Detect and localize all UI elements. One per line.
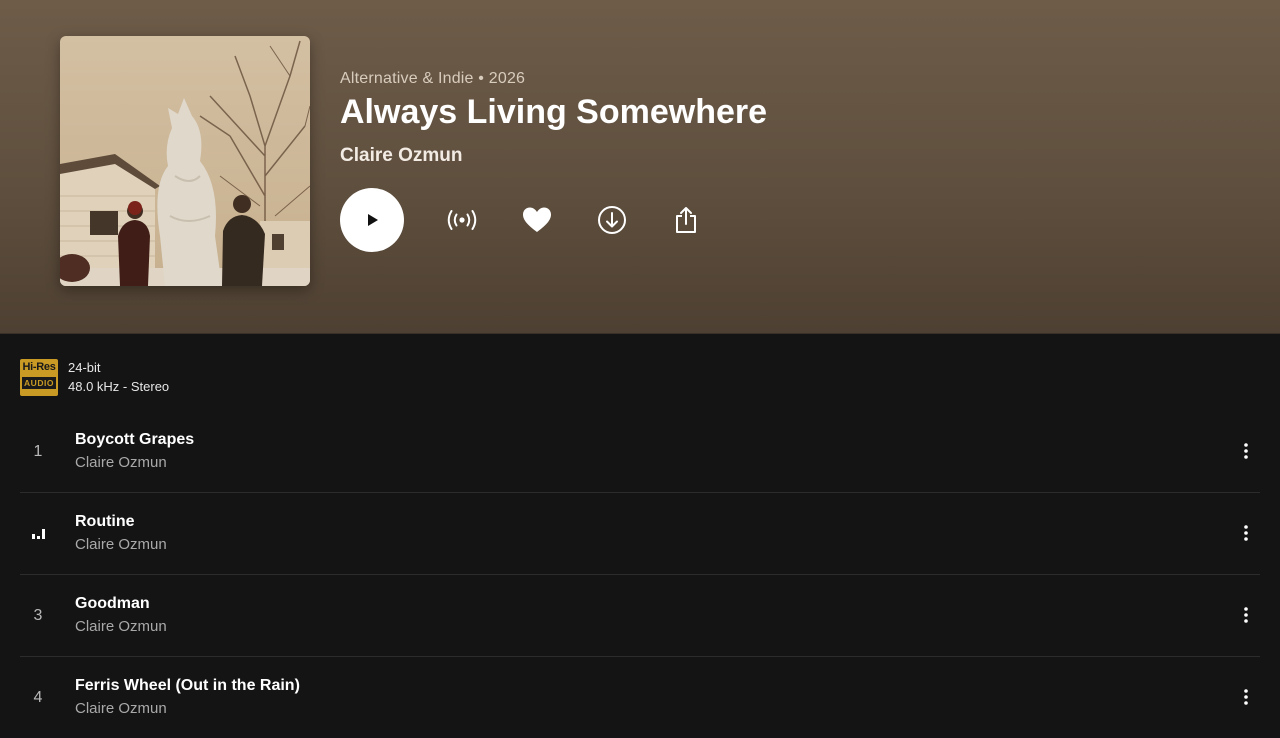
equalizer-icon [31,528,45,539]
album-title: Always Living Somewhere [340,93,768,131]
hires-badge-top: Hi-Res [22,361,56,373]
track-more-button[interactable] [1234,431,1258,471]
radio-broadcast-icon [447,210,477,230]
track-artist: Claire Ozmun [75,454,167,471]
track-more-button[interactable] [1234,677,1258,717]
track-row[interactable]: 4 Ferris Wheel (Out in the Rain) Claire … [20,657,1260,738]
track-number: 4 [33,688,43,706]
play-icon [368,214,378,226]
audio-quality: Hi-Res AUDIO 24-bit 48.0 kHz - Stereo [20,359,169,396]
more-vertical-icon [1244,525,1248,541]
genre-year: Alternative & Indie • 2026 [340,70,526,87]
track-row[interactable]: 1 Boycott Grapes Claire Ozmun [20,411,1260,493]
now-playing-indicator [20,493,56,574]
album-meta: Alternative & Indie • 2026 Always Living… [340,70,767,167]
track-row[interactable]: 3 Goodman Claire Ozmun [20,575,1260,657]
track-title: Goodman [75,595,150,612]
more-vertical-icon [1244,607,1248,623]
hires-badge-bottom: AUDIO [22,377,56,389]
radio-button[interactable] [442,200,482,240]
track-title: Boycott Grapes [75,431,195,448]
play-button[interactable] [340,188,404,252]
heart-icon [523,207,551,232]
bit-depth: 24-bit [68,360,101,375]
track-artist: Claire Ozmun [75,618,167,635]
track-artist: Claire Ozmun [75,700,167,717]
download-button[interactable] [592,200,632,240]
quality-text: 24-bit 48.0 kHz - Stereo [68,358,169,396]
track-list: 1 Boycott Grapes Claire Ozmun Routine Cl… [20,411,1260,738]
share-button[interactable] [666,200,706,240]
track-more-button[interactable] [1234,513,1258,553]
artist-link[interactable]: Claire Ozmun [340,145,767,167]
track-row-playing[interactable]: Routine Claire Ozmun [20,493,1260,575]
sample-rate: 48.0 kHz - Stereo [68,379,170,394]
hires-badge: Hi-Res AUDIO [20,359,58,396]
track-title: Routine [75,513,135,530]
album-header: Alternative & Indie • 2026 Always Living… [0,0,1280,334]
more-vertical-icon [1244,689,1248,705]
track-artist: Claire Ozmun [75,536,167,553]
share-icon [676,207,696,233]
album-controls [340,188,706,252]
favorite-button[interactable] [517,200,557,240]
more-vertical-icon [1244,443,1248,459]
track-title: Ferris Wheel (Out in the Rain) [75,677,300,694]
track-number: 1 [33,442,43,460]
track-more-button[interactable] [1234,595,1258,635]
track-number: 3 [33,606,43,624]
download-icon [598,206,626,234]
album-cover [60,36,310,286]
